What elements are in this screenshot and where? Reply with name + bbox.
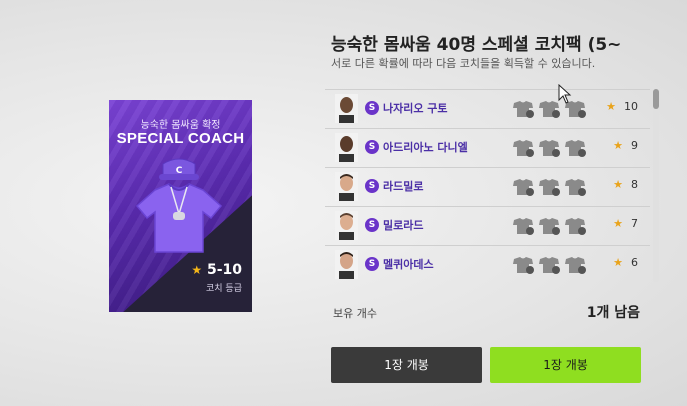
coach-rating-value: 10 (624, 100, 638, 113)
coach-name: 멜퀴아데스 (383, 258, 434, 271)
stat-tactic-icon (539, 218, 560, 235)
coach-row[interactable]: S 나자리오 구토 ★ 10 (325, 90, 650, 129)
coach-portrait-icon (335, 250, 358, 279)
mouse-cursor-icon (558, 84, 572, 104)
special-badge-icon: S (365, 218, 379, 232)
stat-jersey-icon (513, 257, 534, 274)
stat-tactic-icon (539, 179, 560, 196)
coach-rating: ★ 7 (613, 217, 638, 230)
card-grade-value: 5-10 (206, 262, 242, 278)
coach-rating: ★ 8 (613, 178, 638, 191)
rating-star-icon: ★ (613, 217, 623, 230)
stat-tactic-icon (539, 257, 560, 274)
owned-count-value: 1개 남음 (586, 305, 640, 321)
grade-star-icon: ★ (191, 263, 203, 277)
pack-description: 서로 다른 확률에 따라 다음 코치들을 획득할 수 있습니다. (331, 57, 596, 70)
coach-name: 아드리아노 다니엘 (383, 141, 468, 154)
coach-row[interactable]: S 라드밀로 ★ 8 (325, 168, 650, 207)
open-one-button-dark[interactable]: 1장 개봉 (331, 347, 482, 383)
special-badge-icon: S (365, 257, 379, 271)
owned-count-label: 보유 개수 (333, 307, 377, 320)
coach-stat-icons (511, 255, 589, 275)
stat-jersey-icon (513, 218, 534, 235)
coach-rating-value: 7 (631, 217, 638, 230)
coach-portrait-icon (335, 94, 358, 123)
card-title: SPECIAL COACH (116, 130, 245, 147)
coach-name: 밀로라드 (383, 219, 424, 232)
coach-portrait-icon (335, 172, 358, 201)
coach-rating-value: 9 (631, 139, 638, 152)
special-badge-icon: S (365, 179, 379, 193)
card-grade: ★ 5-10 (191, 262, 242, 278)
stat-team-icon (565, 140, 586, 157)
coach-list-scrollbar[interactable] (653, 89, 659, 282)
coach-row[interactable]: S 아드리아노 다니엘 ★ 9 (325, 129, 650, 168)
scrollbar-thumb[interactable] (653, 89, 659, 109)
open-one-button[interactable]: 1장 개봉 (490, 347, 641, 383)
coach-portrait-icon (335, 211, 358, 240)
card-grade-label: 코치 등급 (206, 284, 242, 294)
stat-team-icon (565, 257, 586, 274)
coach-stat-icons (511, 138, 589, 158)
jersey-whistle-icon: C (135, 158, 223, 253)
coach-rating: ★ 10 (606, 100, 638, 113)
special-badge-icon: S (365, 101, 379, 115)
coach-name: 나자리오 구토 (383, 102, 448, 115)
pack-title: 능숙한 몸싸움 40명 스페셜 코치팩 (5~ (331, 35, 622, 55)
coach-rating-value: 6 (631, 256, 638, 269)
stat-tactic-icon (539, 140, 560, 157)
stat-jersey-icon (513, 140, 534, 157)
card-subtitle: 능숙한 몸싸움 확정 (140, 120, 221, 131)
coach-rating-value: 8 (631, 178, 638, 191)
coach-rating: ★ 9 (613, 139, 638, 152)
cap-letter: C (176, 166, 183, 176)
rating-star-icon: ★ (613, 178, 623, 191)
special-badge-icon: S (365, 140, 379, 154)
coach-stat-icons (511, 99, 589, 119)
coach-name: 라드밀로 (383, 180, 424, 193)
rating-star-icon: ★ (613, 139, 623, 152)
coach-stat-icons (511, 216, 589, 236)
stat-team-icon (565, 218, 586, 235)
special-coach-card: 능숙한 몸싸움 확정 SPECIAL COACH C ★ 5-10 코치 등급 (109, 100, 252, 312)
rating-star-icon: ★ (606, 100, 616, 113)
coach-stat-icons (511, 177, 589, 197)
coach-row[interactable]: S 멜퀴아데스 ★ 6 (325, 246, 650, 283)
stat-jersey-icon (513, 101, 534, 118)
stat-jersey-icon (513, 179, 534, 196)
stat-team-icon (565, 179, 586, 196)
rating-star-icon: ★ (613, 256, 623, 269)
coach-row[interactable]: S 밀로라드 ★ 7 (325, 207, 650, 246)
coach-list[interactable]: S 나자리오 구토 ★ 10 S 아드리아노 다니엘 ★ 9 S 라드밀로 ★ 8 (325, 89, 650, 283)
coach-rating: ★ 6 (613, 256, 638, 269)
coach-portrait-icon (335, 133, 358, 162)
